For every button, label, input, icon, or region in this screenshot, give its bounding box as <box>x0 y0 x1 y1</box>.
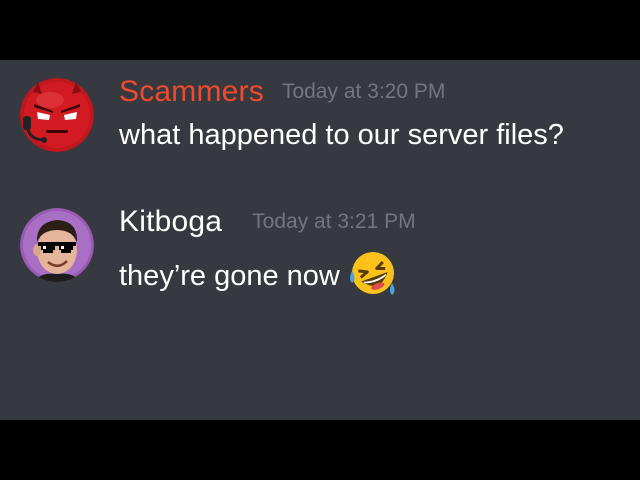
avatar-kitboga[interactable] <box>20 208 94 282</box>
username[interactable]: Kitboga <box>119 205 222 238</box>
chat-message: Scammers Today at 3:20 PM what happened t… <box>20 75 630 155</box>
message-content: they’re gone now <box>119 249 398 297</box>
timestamp[interactable]: Today at 3:20 PM <box>282 80 445 103</box>
red-angry-face-headset-icon <box>20 78 94 152</box>
message-text: what happened to our server files? <box>119 119 564 151</box>
avatar-scammers[interactable] <box>20 78 94 152</box>
message-header: Scammers Today at 3:20 PM <box>119 75 445 109</box>
username[interactable]: Scammers <box>119 75 264 108</box>
message-header: Kitboga Today at 3:21 PM <box>119 205 416 239</box>
man-pixel-sunglasses-icon <box>20 208 94 282</box>
rolling-on-floor-laughing-icon <box>348 249 398 297</box>
message-text: they’re gone now <box>119 260 340 292</box>
timestamp[interactable]: Today at 3:21 PM <box>252 210 415 233</box>
video-frame: Scammers Today at 3:20 PM what happened t… <box>0 0 640 480</box>
chat-message: Kitboga Today at 3:21 PM they’re gone now <box>20 205 630 295</box>
